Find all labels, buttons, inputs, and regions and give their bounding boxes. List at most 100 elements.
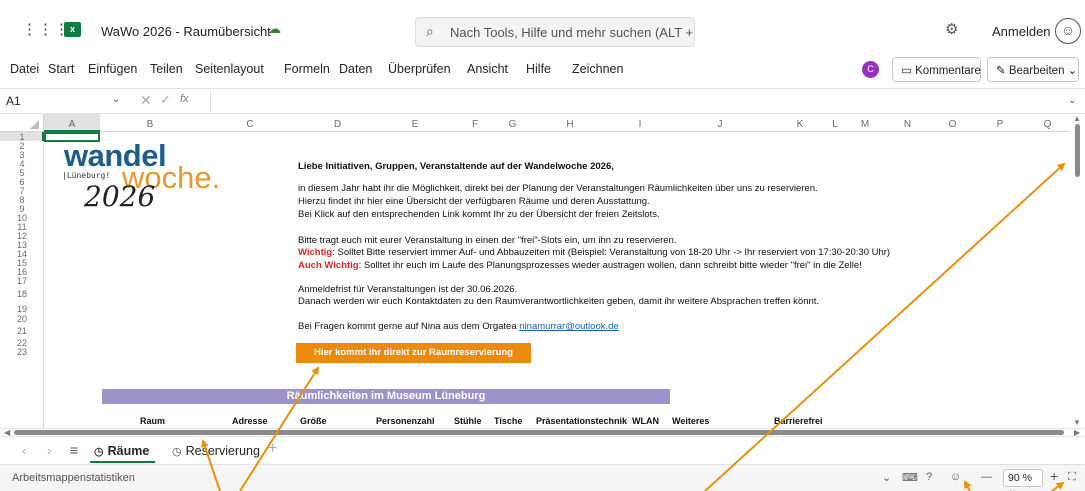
- row-header[interactable]: 20: [0, 315, 44, 324]
- expand-chevron-icon[interactable]: ⌄: [1068, 95, 1076, 106]
- row-header[interactable]: 23: [0, 348, 44, 357]
- zoom-in-icon[interactable]: +: [1050, 468, 1058, 484]
- table-header-stuehle: Stühle: [454, 416, 482, 426]
- menu-item-hilfe[interactable]: Hilfe: [526, 62, 551, 76]
- menu-item-datei[interactable]: Datei: [10, 62, 39, 76]
- next-sheet-icon[interactable]: ›: [47, 443, 51, 458]
- column-header[interactable]: E: [375, 119, 455, 130]
- horizontal-scroll-thumb[interactable]: [14, 430, 1064, 435]
- column-header[interactable]: O: [930, 119, 975, 130]
- contact-info-text: Danach werden wir euch Kontaktdaten zu d…: [298, 296, 820, 307]
- all-sheets-menu-icon[interactable]: ≡: [70, 442, 78, 458]
- deadline-text: Anmeldefrist für Veranstaltungen ist der…: [298, 284, 518, 295]
- column-header[interactable]: B: [100, 119, 200, 130]
- zoom-level-dropdown[interactable]: 90 % ⌄: [1003, 469, 1043, 491]
- chevron-down-icon[interactable]: ⌄: [112, 94, 120, 105]
- cloud-saved-icon[interactable]: ☁: [268, 21, 281, 37]
- zoom-out-icon[interactable]: —: [981, 471, 992, 483]
- copilot-icon[interactable]: C: [862, 61, 879, 78]
- add-sheet-icon[interactable]: +: [268, 440, 277, 458]
- fullscreen-icon[interactable]: ⛶: [1068, 471, 1076, 484]
- logo-lueneburg-text: |Lüneburg!: [62, 171, 111, 180]
- chevron-down-icon: ⌄: [1064, 65, 1078, 77]
- search-icon: ⌕: [426, 23, 434, 39]
- tab-raeume[interactable]: ◷ Räume: [90, 441, 156, 463]
- menu-item-teilen[interactable]: Teilen: [150, 62, 183, 76]
- cell-reference: A1: [6, 94, 21, 108]
- column-header[interactable]: G: [495, 119, 530, 130]
- spreadsheet-grid[interactable]: A B C D E F G H I J K L M N O P Q 1 2 3 …: [0, 114, 1085, 428]
- tab-reservierung[interactable]: ◷ Reservierung: [166, 441, 266, 463]
- horizontal-scrollbar[interactable]: ◀ ▶: [0, 428, 1085, 437]
- title-bar: ⋮⋮⋮ x WaWo 2026 - Raumübersicht ☁ ⌕ Nach…: [0, 0, 1085, 48]
- workbook-statistics-button[interactable]: Arbeitsmappenstatistiken: [12, 472, 135, 484]
- column-header[interactable]: H: [530, 119, 610, 130]
- important-note: Wichtig: Solltet Bitte reserviert immer …: [298, 247, 890, 258]
- select-all-corner[interactable]: [0, 114, 44, 132]
- cancel-icon[interactable]: ✕: [140, 92, 152, 109]
- document-title[interactable]: WaWo 2026 - Raumübersicht: [101, 24, 271, 39]
- help-icon[interactable]: ?: [926, 471, 932, 483]
- column-header[interactable]: N: [885, 119, 930, 130]
- feedback-icon[interactable]: ☺: [950, 471, 961, 483]
- column-header[interactable]: J: [670, 119, 770, 130]
- column-header[interactable]: P: [975, 119, 1025, 130]
- name-box[interactable]: A1: [0, 89, 126, 113]
- also-important-note: Auch Wichtig: Solltet ihr euch im Laufe …: [298, 260, 862, 271]
- also-important-text: : Solltet ihr euch im Laufe des Planungs…: [358, 260, 862, 271]
- column-header[interactable]: A: [44, 119, 100, 130]
- settings-gear-icon[interactable]: ⚙: [945, 20, 958, 38]
- edit-mode-button[interactable]: ✎ Bearbeiten ⌄: [987, 57, 1079, 82]
- user-avatar-icon[interactable]: ☺: [1055, 18, 1081, 44]
- ribbon-menu: Datei Start Einfügen Teilen Seitenlayout…: [0, 52, 1085, 86]
- instruction-text: Bitte tragt euch mit eurer Veranstaltung…: [298, 235, 677, 246]
- vertical-scroll-thumb[interactable]: [1075, 124, 1080, 177]
- table-header-personenzahl: Personenzahl: [376, 416, 435, 426]
- table-header-adresse: Adresse: [232, 416, 268, 426]
- sign-in-button[interactable]: Anmelden: [992, 24, 1051, 39]
- tab-reservierung-label: Reservierung: [185, 444, 260, 458]
- search-box[interactable]: ⌕ Nach Tools, Hilfe und mehr suchen (ALT…: [415, 17, 695, 47]
- column-header[interactable]: D: [300, 119, 375, 130]
- pencil-icon: ✎: [996, 65, 1009, 77]
- table-header-weiteres: Weiteres: [672, 416, 710, 426]
- column-header[interactable]: C: [200, 119, 300, 130]
- row-header[interactable]: 19: [0, 305, 44, 314]
- chevron-down-icon[interactable]: ⌄: [882, 471, 891, 484]
- column-header[interactable]: F: [455, 119, 495, 130]
- reservation-link-button[interactable]: Hier kommt ihr direkt zur Raumreservieru…: [296, 343, 531, 363]
- app-launcher-icon[interactable]: ⋮⋮⋮: [22, 20, 70, 38]
- menu-item-seitenlayout[interactable]: Seitenlayout: [195, 62, 264, 76]
- formula-input[interactable]: [210, 90, 1082, 112]
- menu-item-ansicht[interactable]: Ansicht: [467, 62, 508, 76]
- vertical-scrollbar[interactable]: ▲ ▼: [1070, 114, 1085, 430]
- scroll-down-icon[interactable]: ▼: [1073, 418, 1081, 427]
- edit-label: Bearbeiten: [1008, 65, 1065, 77]
- insert-function-icon[interactable]: fx: [180, 93, 189, 105]
- column-header[interactable]: Q: [1025, 119, 1070, 130]
- row-header[interactable]: 18: [0, 290, 44, 299]
- menu-item-einfuegen[interactable]: Einfügen: [88, 62, 137, 76]
- scroll-up-icon[interactable]: ▲: [1073, 114, 1081, 123]
- comments-button[interactable]: ▭ Kommentare: [892, 57, 981, 82]
- column-header[interactable]: I: [610, 119, 670, 130]
- menu-item-formeln[interactable]: Formeln: [284, 62, 330, 76]
- menu-item-ueberpruefen[interactable]: Überprüfen: [388, 62, 451, 76]
- previous-sheet-icon[interactable]: ‹: [22, 443, 26, 458]
- keyboard-icon[interactable]: ⌨: [902, 471, 918, 484]
- menu-item-zeichnen[interactable]: Zeichnen: [572, 62, 623, 76]
- menu-item-daten[interactable]: Daten: [339, 62, 372, 76]
- comments-label: Kommentare: [915, 65, 981, 77]
- menu-item-start[interactable]: Start: [48, 62, 74, 76]
- email-link[interactable]: ninamurrar@outlook.de: [519, 321, 618, 332]
- column-header[interactable]: M: [845, 119, 885, 130]
- table-header-raum: Raum: [140, 416, 166, 426]
- sheet-clock-icon: ◷: [94, 446, 104, 458]
- also-important-label: Auch Wichtig: [298, 260, 359, 271]
- check-icon[interactable]: ✓: [160, 92, 171, 108]
- row-header[interactable]: 17: [0, 277, 44, 286]
- important-text: : Solltet Bitte reserviert immer Auf- un…: [332, 247, 891, 258]
- row-header-column: 1 2 3 4 5 6 7 8 9 10 11 12 13 14 15 16 1…: [0, 132, 44, 428]
- venue-heading: Räumlichkeiten im Museum Lüneburg: [102, 389, 670, 404]
- row-header[interactable]: 21: [0, 327, 44, 336]
